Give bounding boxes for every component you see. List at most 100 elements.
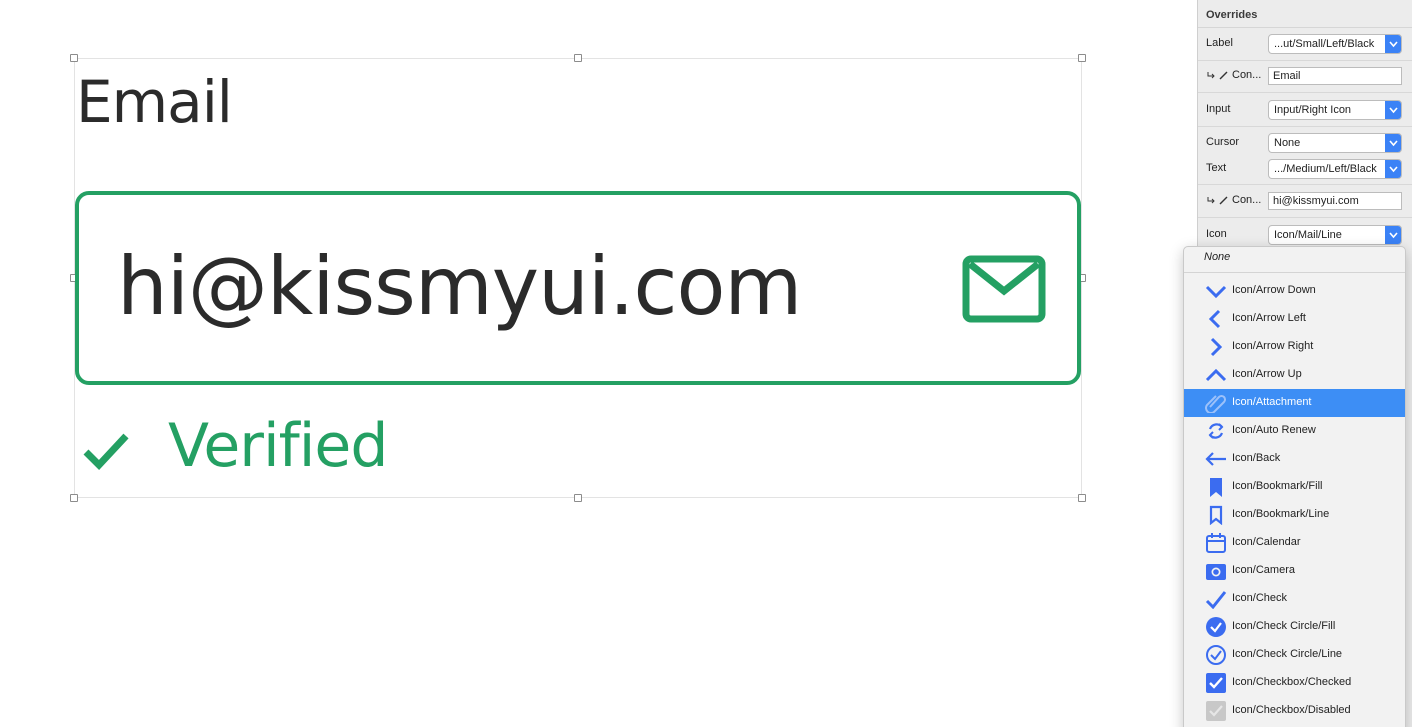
menu-item-label: Icon/Check Circle/Line [1232,648,1343,660]
chevron-down-icon [1385,160,1401,178]
label-style-select[interactable]: ...ut/Small/Left/Black [1268,34,1402,54]
field-label: Email [76,68,233,136]
override-content-name: Con... [1206,69,1261,81]
menu-item-check[interactable]: Icon/Check [1184,585,1405,613]
resize-handle-bottom[interactable] [574,494,582,502]
divider [1198,126,1412,127]
menu-item-label: Icon/Arrow Left [1232,312,1306,324]
override-text-name: Text [1206,162,1227,174]
bookmark-line-icon [1209,505,1223,525]
override-row-text-content: Con... hi@kissmyui.com [1198,189,1412,213]
menu-item-auto-renew[interactable]: Icon/Auto Renew [1184,417,1405,445]
resize-handle-top[interactable] [574,54,582,62]
override-row-icon: Icon Icon/Mail/Line [1198,223,1412,247]
menu-item-arrow-right[interactable]: Icon/Arrow Right [1184,333,1405,361]
menu-item-label: Icon/Back [1232,452,1281,464]
menu-item-calendar[interactable]: Icon/Calendar [1184,529,1405,557]
menu-item-check-circle-fill[interactable]: Icon/Check Circle/Fill [1184,613,1405,641]
back-icon [1205,452,1226,466]
mail-icon [962,255,1046,323]
check-circle-line-icon [1206,645,1226,665]
menu-item-label: Icon/Check [1232,592,1288,604]
menu-item-label: Icon/Check Circle/Fill [1232,620,1336,632]
menu-item-label: Icon/Calendar [1232,536,1301,548]
menu-separator [1184,272,1405,273]
divider [1198,184,1412,185]
input-value-text: hi@kissmyui.com [117,240,802,333]
menu-item-label: Icon/Arrow Down [1232,284,1316,296]
pen-icon [1219,71,1228,80]
email-input-mockup[interactable]: hi@kissmyui.com [75,191,1081,385]
bookmark-fill-icon [1210,478,1222,497]
resize-handle-top-right[interactable] [1078,54,1086,62]
calendar-icon [1206,533,1226,553]
checkbox-checked-icon [1206,673,1226,693]
resize-handle-top-left[interactable] [70,54,78,62]
menu-item-checkbox-checked[interactable]: Icon/Checkbox/Checked [1184,669,1405,697]
menu-item-checkbox-disabled[interactable]: Icon/Checkbox/Disabled [1184,697,1405,725]
menu-item-camera[interactable]: Icon/Camera [1184,557,1405,585]
arrow-right-icon [1210,337,1223,357]
menu-item-back[interactable]: Icon/Back [1184,445,1405,473]
override-icon-name: Icon [1206,228,1227,240]
menu-item-label: Icon/Camera [1232,564,1295,576]
menu-item-label: Icon/Arrow Right [1232,340,1314,352]
resize-handle-bottom-right[interactable] [1078,494,1086,502]
auto-renew-icon [1208,423,1224,439]
arrow-up-icon [1205,368,1227,382]
menu-item-attachment[interactable]: Icon/Attachment [1184,389,1405,417]
override-row-text: Text .../Medium/Left/Black [1198,157,1412,181]
check-icon [83,433,129,471]
divider [1198,60,1412,61]
override-content-label: Con... [1232,194,1262,206]
input-style-select[interactable]: Input/Right Icon [1268,100,1402,120]
verified-status-text: Verified [168,411,388,481]
arrow-left-icon [1208,309,1221,329]
menu-item-label: Icon/Bookmark/Fill [1232,480,1323,492]
menu-item-none[interactable]: None [1204,251,1230,263]
check-icon [1205,591,1227,609]
chevron-down-icon [1385,101,1401,119]
label-style-value: ...ut/Small/Left/Black [1274,38,1375,50]
chevron-down-icon [1385,134,1401,152]
menu-item-arrow-down[interactable]: Icon/Arrow Down [1184,277,1405,305]
text-style-select[interactable]: .../Medium/Left/Black [1268,159,1402,179]
menu-item-bookmark-line[interactable]: Icon/Bookmark/Line [1184,501,1405,529]
checkbox-disabled-icon [1206,701,1226,721]
cursor-value: None [1274,137,1301,149]
design-canvas[interactable]: Email hi@kissmyui.com Verified [0,0,1196,727]
menu-item-label: Icon/Bookmark/Line [1232,508,1330,520]
menu-item-label: Icon/Arrow Up [1232,368,1302,380]
menu-item-label: Icon/Checkbox/Disabled [1232,704,1351,716]
override-row-cursor: Cursor None [1198,131,1412,155]
arrow-down-icon [1205,285,1227,299]
attachment-icon [1205,394,1227,413]
menu-item-arrow-up[interactable]: Icon/Arrow Up [1184,361,1405,389]
menu-item-label: Icon/Attachment [1232,396,1312,408]
override-arrow-icon [1207,197,1215,204]
override-content-name: Con... [1206,194,1261,206]
menu-item-label: Icon/Auto Renew [1232,424,1316,436]
menu-item-check-circle-line[interactable]: Icon/Check Circle/Line [1184,641,1405,669]
cursor-select[interactable]: None [1268,133,1402,153]
override-content-label: Con... [1232,69,1262,81]
text-style-value: .../Medium/Left/Black [1274,163,1377,175]
menu-item-bookmark-fill[interactable]: Icon/Bookmark/Fill [1184,473,1405,501]
resize-handle-bottom-left[interactable] [70,494,78,502]
override-input-name: Input [1206,103,1231,115]
chevron-down-icon [1385,35,1401,53]
menu-item-arrow-left[interactable]: Icon/Arrow Left [1184,305,1405,333]
icon-select[interactable]: Icon/Mail/Line [1268,225,1402,245]
override-row-label-content: Con... Email [1198,64,1412,88]
pen-icon [1219,196,1228,205]
check-circle-fill-icon [1206,617,1226,637]
text-content-field[interactable]: hi@kissmyui.com [1268,192,1402,210]
override-row-input: Input Input/Right Icon [1198,98,1412,122]
menu-item-label: Icon/Checkbox/Checked [1232,676,1352,688]
chevron-down-icon [1385,226,1401,244]
override-row-label: Label ...ut/Small/Left/Black [1198,32,1412,56]
camera-icon [1206,564,1226,580]
input-style-value: Input/Right Icon [1274,104,1352,116]
label-content-field[interactable]: Email [1268,67,1402,85]
override-cursor-name: Cursor [1206,136,1240,148]
